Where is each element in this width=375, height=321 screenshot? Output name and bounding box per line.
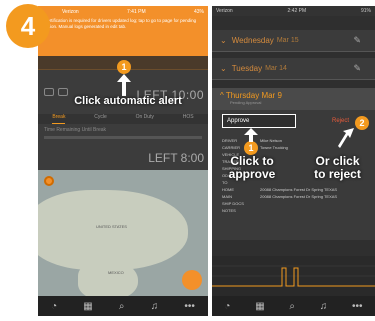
chevron-down-icon: ⌄ xyxy=(220,64,227,73)
day-date: Mar 15 xyxy=(276,37,299,44)
location-marker-icon[interactable] xyxy=(44,176,54,186)
calendar-icon[interactable]: ▦ xyxy=(255,301,264,312)
bottom-navigation: ◔ ▦ ⌕ ♫ ••• xyxy=(38,296,208,316)
tab-on-duty[interactable]: On Duty xyxy=(136,114,154,124)
detail-label: MAIN xyxy=(222,194,232,199)
bottom-navigation: ◔ ▦ ⌕ ♫ ••• xyxy=(212,296,375,316)
alert-text: Certification is required for drivers up… xyxy=(44,18,197,29)
more-icon[interactable]: ••• xyxy=(184,301,195,312)
dashboard-icon[interactable]: ◔ xyxy=(51,301,57,312)
battery-level: 91% xyxy=(360,8,371,14)
bell-icon[interactable]: ♫ xyxy=(151,301,159,312)
chevron-down-icon: ⌄ xyxy=(220,36,227,45)
bell-icon[interactable]: ♫ xyxy=(320,301,328,312)
day-date: Mar 14 xyxy=(265,65,287,72)
break-progress-bar xyxy=(44,136,202,139)
day-name: Tuesday xyxy=(231,64,263,73)
left-phone-screenshot: Verizon 7:41 PM 43% Certification is req… xyxy=(38,6,208,316)
callout-arrow-reject xyxy=(338,128,354,148)
approve-button[interactable]: Approve xyxy=(222,114,296,128)
step-number-badge: 4 xyxy=(6,4,50,48)
search-icon[interactable]: ⌕ xyxy=(119,301,125,312)
detail-label: NOTES xyxy=(222,208,236,213)
callout-number-reject: 2 xyxy=(355,116,369,130)
callout-arrow-1 xyxy=(117,74,131,96)
tab-break[interactable]: Break xyxy=(52,114,66,124)
message-icon[interactable] xyxy=(44,88,54,96)
detail-label: SHIP DOCS xyxy=(222,201,244,206)
pending-approval-label: Pending Approval xyxy=(230,100,262,105)
map-country-label: UNITED STATES xyxy=(96,224,127,229)
home-address-value: 20088 Champions Forest Dr Spring TEXAS xyxy=(260,187,338,192)
edit-icon[interactable]: ✎ xyxy=(353,63,361,74)
calendar-icon[interactable]: ▦ xyxy=(83,301,92,312)
day-row-thursday[interactable]: ^ Thursday Mar 9 Pending Approval xyxy=(212,88,375,110)
callout-number-1: 1 xyxy=(117,60,131,74)
callout-number-approve: 1 xyxy=(244,141,258,155)
automatic-alert-banner[interactable]: Verizon 7:41 PM 43% Certification is req… xyxy=(38,6,208,56)
callout-text-approve: Click to approve xyxy=(212,155,292,181)
tab-cycle[interactable]: Cycle xyxy=(94,114,107,124)
reject-button[interactable]: Reject xyxy=(332,118,349,124)
day-row-tuesday[interactable]: ⌄ Tuesday Mar 14 ✎ xyxy=(212,58,375,80)
land-mass-south xyxy=(78,260,138,296)
land-mass xyxy=(38,190,188,270)
left-status-bar: Verizon 7:41 PM 43% xyxy=(58,7,208,16)
main-address-value: 20088 Champions Forest Dr Spring TEXAS xyxy=(260,194,338,199)
map-action-button[interactable] xyxy=(182,270,202,290)
edit-icon[interactable]: ✎ xyxy=(353,35,361,46)
tab-hos[interactable]: HOS xyxy=(183,114,194,124)
detail-value: Mike Nelson xyxy=(260,138,283,143)
callout-line: approve xyxy=(228,167,276,181)
map-view[interactable]: UNITED STATES MEXICO xyxy=(38,170,208,296)
callout-text-1: Click automatic alert xyxy=(74,95,182,107)
carrier-label: Verizon xyxy=(216,8,233,14)
map-country-label-2: MEXICO xyxy=(108,270,124,275)
day-row-wednesday[interactable]: ⌄ Wednesday Mar 15 ✎ xyxy=(212,30,375,52)
callout-text-reject: Or click to reject xyxy=(300,155,375,181)
detail-label: DRIVER xyxy=(222,138,238,143)
right-status-bar: Verizon 2:42 PM 91% xyxy=(212,6,375,16)
day-name: Thursday xyxy=(225,91,260,100)
status-time: 7:41 PM xyxy=(127,8,146,15)
dashboard-icon[interactable]: ◔ xyxy=(224,301,230,312)
carrier-label: Verizon xyxy=(62,8,79,15)
detail-value: Towne Trucking xyxy=(260,145,288,150)
status-time: 2:42 PM xyxy=(287,8,307,14)
chevron-up-icon: ^ xyxy=(220,91,224,100)
callout-arrow-approve xyxy=(244,128,258,142)
more-icon[interactable]: ••• xyxy=(352,301,363,312)
detail-label: HOME xyxy=(222,187,234,192)
detail-label: CARRIER xyxy=(222,145,241,150)
thursday-title: ^ Thursday Mar 9 xyxy=(220,91,367,100)
search-icon[interactable]: ⌕ xyxy=(289,301,295,312)
time-remaining-label: Time Remaining Until Break xyxy=(44,127,107,133)
hos-log-chart xyxy=(212,256,375,298)
day-name: Wednesday xyxy=(231,36,274,45)
day-date: Mar 9 xyxy=(261,91,282,100)
hos-tabs: Break Cycle On Duty HOS xyxy=(38,114,208,124)
callout-line: to reject xyxy=(314,167,361,181)
battery-level: 43% xyxy=(193,8,204,15)
approve-label: Approve xyxy=(227,118,250,124)
break-time-left: LEFT 8:00 xyxy=(148,151,204,165)
